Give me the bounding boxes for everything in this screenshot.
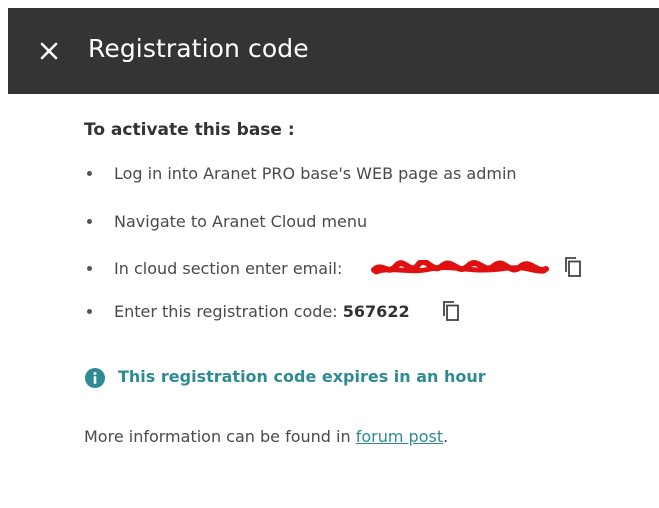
dialog-header: Registration code: [8, 8, 659, 94]
copy-icon: [565, 257, 581, 277]
step-code-label: Enter this registration code:: [114, 301, 338, 321]
copy-email-button[interactable]: [564, 256, 582, 278]
info-icon: [85, 368, 105, 388]
copy-code-button[interactable]: [442, 300, 460, 322]
window-margin: [0, 0, 659, 8]
step-email: In cloud section enter email:: [84, 256, 644, 280]
expiry-text: This registration code expires in an hou…: [118, 367, 486, 386]
more-info-text: More information can be found in forum p…: [84, 427, 448, 446]
registration-code: 567622: [342, 301, 410, 321]
step-text: Log in into Aranet PRO base's WEB page a…: [114, 163, 517, 183]
redacted-email-scribble: [371, 260, 549, 275]
forum-post-link[interactable]: forum post: [356, 427, 443, 446]
step-text: Enter this registration code: 567622: [114, 302, 410, 321]
expiry-notice: This registration code expires in an hou…: [84, 366, 644, 390]
bullet-dot: [87, 219, 92, 224]
close-icon: [40, 42, 58, 60]
step-text: Navigate to Aranet Cloud menu: [114, 211, 368, 231]
close-button[interactable]: [35, 37, 63, 65]
dialog-title: Registration code: [88, 34, 309, 63]
step-navigate: Navigate to Aranet Cloud menu: [84, 209, 644, 233]
more-info-prefix: More information can be found in: [84, 427, 356, 446]
step-code: Enter this registration code: 567622: [84, 299, 644, 323]
more-info-suffix: .: [443, 427, 449, 446]
bullet-dot: [87, 171, 92, 176]
instructions-heading: To activate this base :: [84, 120, 295, 140]
bullet-dot: [87, 266, 92, 271]
step-text: In cloud section enter email:: [114, 258, 343, 278]
step-login: Log in into Aranet PRO base's WEB page a…: [84, 161, 644, 185]
bullet-dot: [87, 309, 92, 314]
copy-icon: [443, 301, 459, 321]
